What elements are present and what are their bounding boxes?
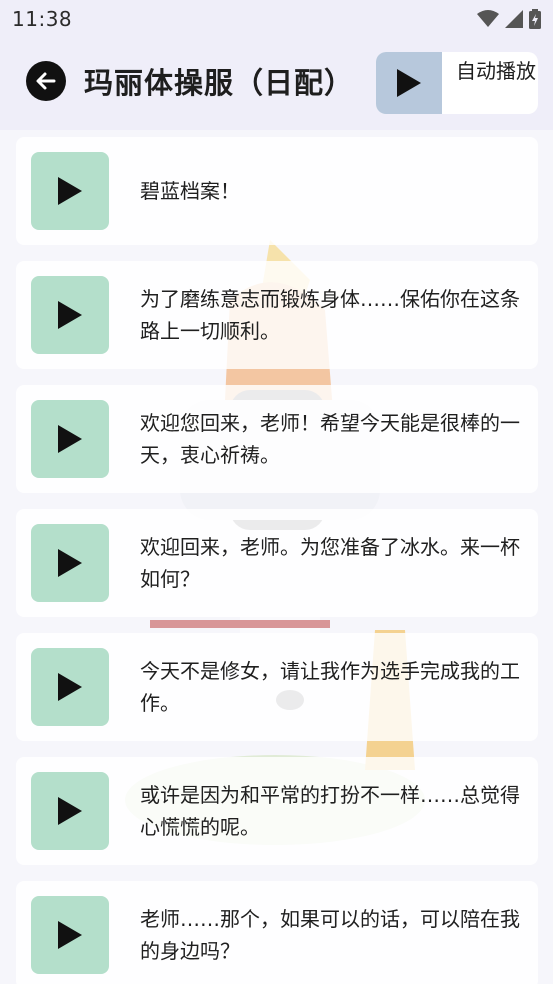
status-bar: 11:38 <box>0 0 553 38</box>
play-icon <box>58 921 82 949</box>
voice-line-text: 今天不是修女，请让我作为选手完成我的工作。 <box>140 659 520 715</box>
voice-line-card: 为了磨练意志而锻炼身体……保佑你在这条路上一切顺利。 <box>16 261 538 369</box>
play-icon <box>58 673 82 701</box>
page-title: 玛丽体操服（日配） <box>84 66 355 100</box>
play-voice-button[interactable] <box>31 276 109 354</box>
autoplay-play-area[interactable] <box>376 52 442 114</box>
voice-line-text: 或许是因为和平常的打扮不一样……总觉得心慌慌的呢。 <box>140 783 520 839</box>
voice-line-text: 为了磨练意志而锻炼身体……保佑你在这条路上一切顺利。 <box>140 287 520 343</box>
signal-icon <box>505 10 523 28</box>
autoplay-button[interactable]: 自动播放 <box>376 52 538 114</box>
voice-line-text: 欢迎您回来，老师！希望今天能是很棒的一天，衷心祈祷。 <box>140 411 520 467</box>
play-icon <box>58 797 82 825</box>
play-voice-button[interactable] <box>31 524 109 602</box>
voice-line-card: 碧蓝档案！ <box>16 137 538 245</box>
play-voice-button[interactable] <box>31 896 109 974</box>
arrow-left-icon <box>36 72 56 90</box>
voice-line-text: 欢迎回来，老师。为您准备了冰水。来一杯如何？ <box>140 535 520 591</box>
voice-line-card: 或许是因为和平常的打扮不一样……总觉得心慌慌的呢。 <box>16 757 538 865</box>
battery-charging-icon <box>529 9 541 29</box>
play-voice-button[interactable] <box>31 152 109 230</box>
play-voice-button[interactable] <box>31 648 109 726</box>
play-icon <box>58 301 82 329</box>
voice-line-card: 老师……那个，如果可以的话，可以陪在我的身边吗？ <box>16 881 538 984</box>
status-time: 11:38 <box>12 7 73 31</box>
back-button[interactable] <box>26 61 66 101</box>
play-icon <box>397 69 421 97</box>
app-bar: 玛丽体操服（日配） 自动播放 <box>0 38 553 130</box>
voice-line-list: 碧蓝档案！ 为了磨练意志而锻炼身体……保佑你在这条路上一切顺利。 欢迎您回来，老… <box>16 137 538 984</box>
voice-line-card: 欢迎您回来，老师！希望今天能是很棒的一天，衷心祈祷。 <box>16 385 538 493</box>
play-icon <box>58 177 82 205</box>
wifi-icon <box>477 10 499 27</box>
play-voice-button[interactable] <box>31 772 109 850</box>
voice-line-text: 碧蓝档案！ <box>140 179 240 203</box>
play-icon <box>58 425 82 453</box>
play-icon <box>58 549 82 577</box>
voice-line-card: 欢迎回来，老师。为您准备了冰水。来一杯如何？ <box>16 509 538 617</box>
voice-line-text: 老师……那个，如果可以的话，可以陪在我的身边吗？ <box>140 907 520 963</box>
autoplay-label: 自动播放 <box>456 59 536 83</box>
voice-line-card: 今天不是修女，请让我作为选手完成我的工作。 <box>16 633 538 741</box>
status-icons <box>477 9 541 29</box>
play-voice-button[interactable] <box>31 400 109 478</box>
